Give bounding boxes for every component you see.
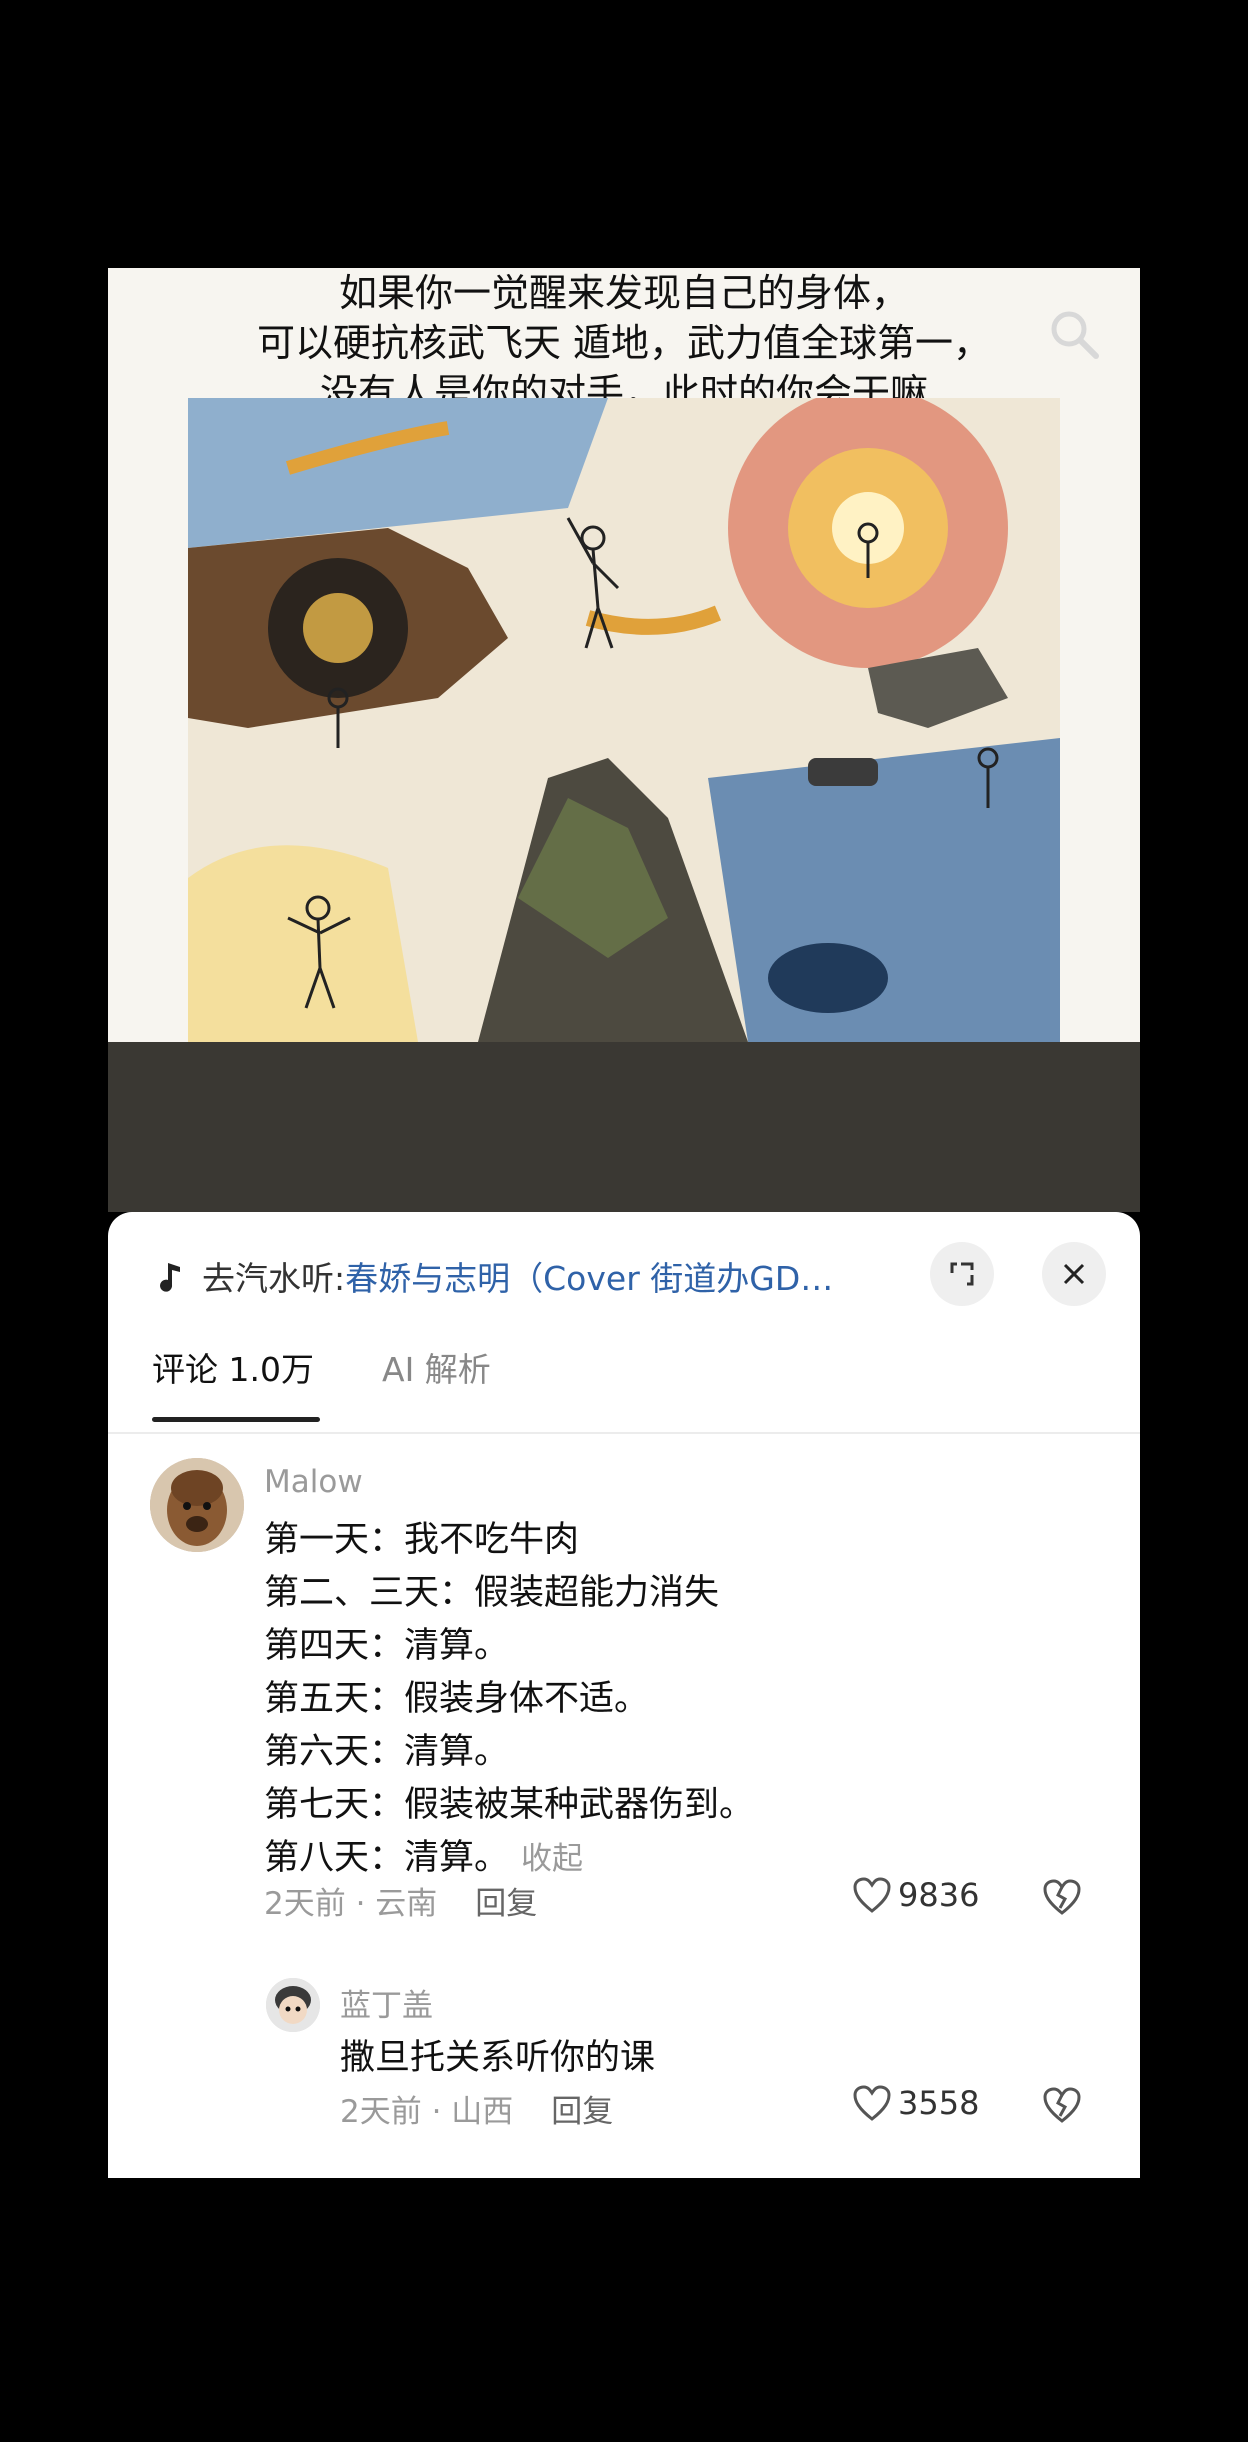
close-icon bbox=[1063, 1263, 1085, 1285]
comment-sheet: 去汽水听: 春娇与志明（Cover 街道办GD… 评论 1.0万 AI 解析 M… bbox=[108, 1212, 1140, 2178]
comment-time-location: 2天前 · 云南 bbox=[264, 1886, 438, 1922]
tab-comments[interactable]: 评论 1.0万 bbox=[152, 1340, 314, 1400]
expand-button[interactable] bbox=[930, 1242, 994, 1306]
comment-username[interactable]: 蓝丁盖 bbox=[340, 1980, 433, 2025]
like-button[interactable]: 9836 bbox=[852, 1876, 979, 1914]
video-frame[interactable]: 如果你一觉醒来发现自己的身体， 可以硬抗核武飞天 遁地，武力值全球第一， 没有人… bbox=[108, 268, 1140, 1042]
comment-body: 撒旦托关系听你的课 bbox=[340, 2032, 655, 2085]
comment-time-location: 2天前 · 山西 bbox=[340, 2094, 514, 2130]
music-note-icon bbox=[160, 1263, 180, 1292]
comment-line: 第四天：清算。 bbox=[264, 1626, 510, 1666]
reply-button[interactable]: 回复 bbox=[551, 2094, 613, 2130]
caption-line-2: 可以硬抗核武飞天 遁地，武力值全球第一， bbox=[256, 321, 992, 365]
expand-icon bbox=[950, 1262, 974, 1286]
reply-button[interactable]: 回复 bbox=[475, 1886, 537, 1922]
active-tab-indicator bbox=[152, 1417, 320, 1422]
avatar[interactable] bbox=[266, 1978, 320, 2032]
avatar[interactable] bbox=[150, 1458, 244, 1552]
like-count: 3558 bbox=[898, 2084, 980, 2122]
music-link[interactable]: 去汽水听: 春娇与志明（Cover 街道办GD… bbox=[154, 1246, 833, 1306]
child-avatar-icon bbox=[266, 1978, 320, 2032]
screen: 如果你一觉醒来发现自己的身体， 可以硬抗核武飞天 遁地，武力值全球第一， 没有人… bbox=[108, 268, 1140, 2178]
comment-line: 撒旦托关系听你的课 bbox=[340, 2038, 656, 2078]
comment-meta: 2天前 · 山西 回复 bbox=[340, 2086, 613, 2131]
alpaca-avatar-icon bbox=[150, 1458, 244, 1552]
comment-line: 第七天：假装被某种武器伤到。 bbox=[264, 1785, 755, 1825]
caption-line-1: 如果你一觉醒来发现自己的身体， bbox=[338, 271, 909, 315]
heart-icon bbox=[853, 1877, 891, 1913]
illustration-image bbox=[188, 398, 1060, 1042]
comment-line: 第八天：清算。 bbox=[264, 1838, 510, 1878]
comment-body: 第一天：我不吃牛肉 第二、三天：假装超能力消失 第四天：清算。 第五天：假装身体… bbox=[264, 1514, 754, 1886]
search-icon[interactable] bbox=[1044, 304, 1104, 364]
comment-meta: 2天前 · 云南 回复 bbox=[264, 1878, 537, 1923]
comment-line: 第五天：假装身体不适。 bbox=[264, 1679, 650, 1719]
comment-line: 第二、三天：假装超能力消失 bbox=[264, 1573, 720, 1613]
comment-line: 第一天：我不吃牛肉 bbox=[264, 1520, 580, 1560]
like-count: 9836 bbox=[898, 1876, 980, 1914]
broken-heart-icon[interactable] bbox=[1042, 1878, 1082, 1916]
broken-heart-icon[interactable] bbox=[1042, 2086, 1082, 2124]
like-button[interactable]: 3558 bbox=[852, 2084, 979, 2122]
tab-divider bbox=[108, 1432, 1140, 1434]
tab-ai-analysis[interactable]: AI 解析 bbox=[382, 1340, 491, 1400]
heart-icon bbox=[853, 2085, 891, 2121]
comment-username[interactable]: Malow bbox=[264, 1464, 363, 1500]
collapse-link[interactable]: 收起 bbox=[521, 1841, 583, 1877]
close-button[interactable] bbox=[1042, 1242, 1106, 1306]
music-prefix: 去汽水听: bbox=[202, 1259, 346, 1298]
music-song-title[interactable]: 春娇与志明（Cover 街道办GD… bbox=[345, 1252, 833, 1300]
comment-line: 第六天：清算。 bbox=[264, 1732, 510, 1772]
video-background bbox=[108, 1042, 1140, 1212]
